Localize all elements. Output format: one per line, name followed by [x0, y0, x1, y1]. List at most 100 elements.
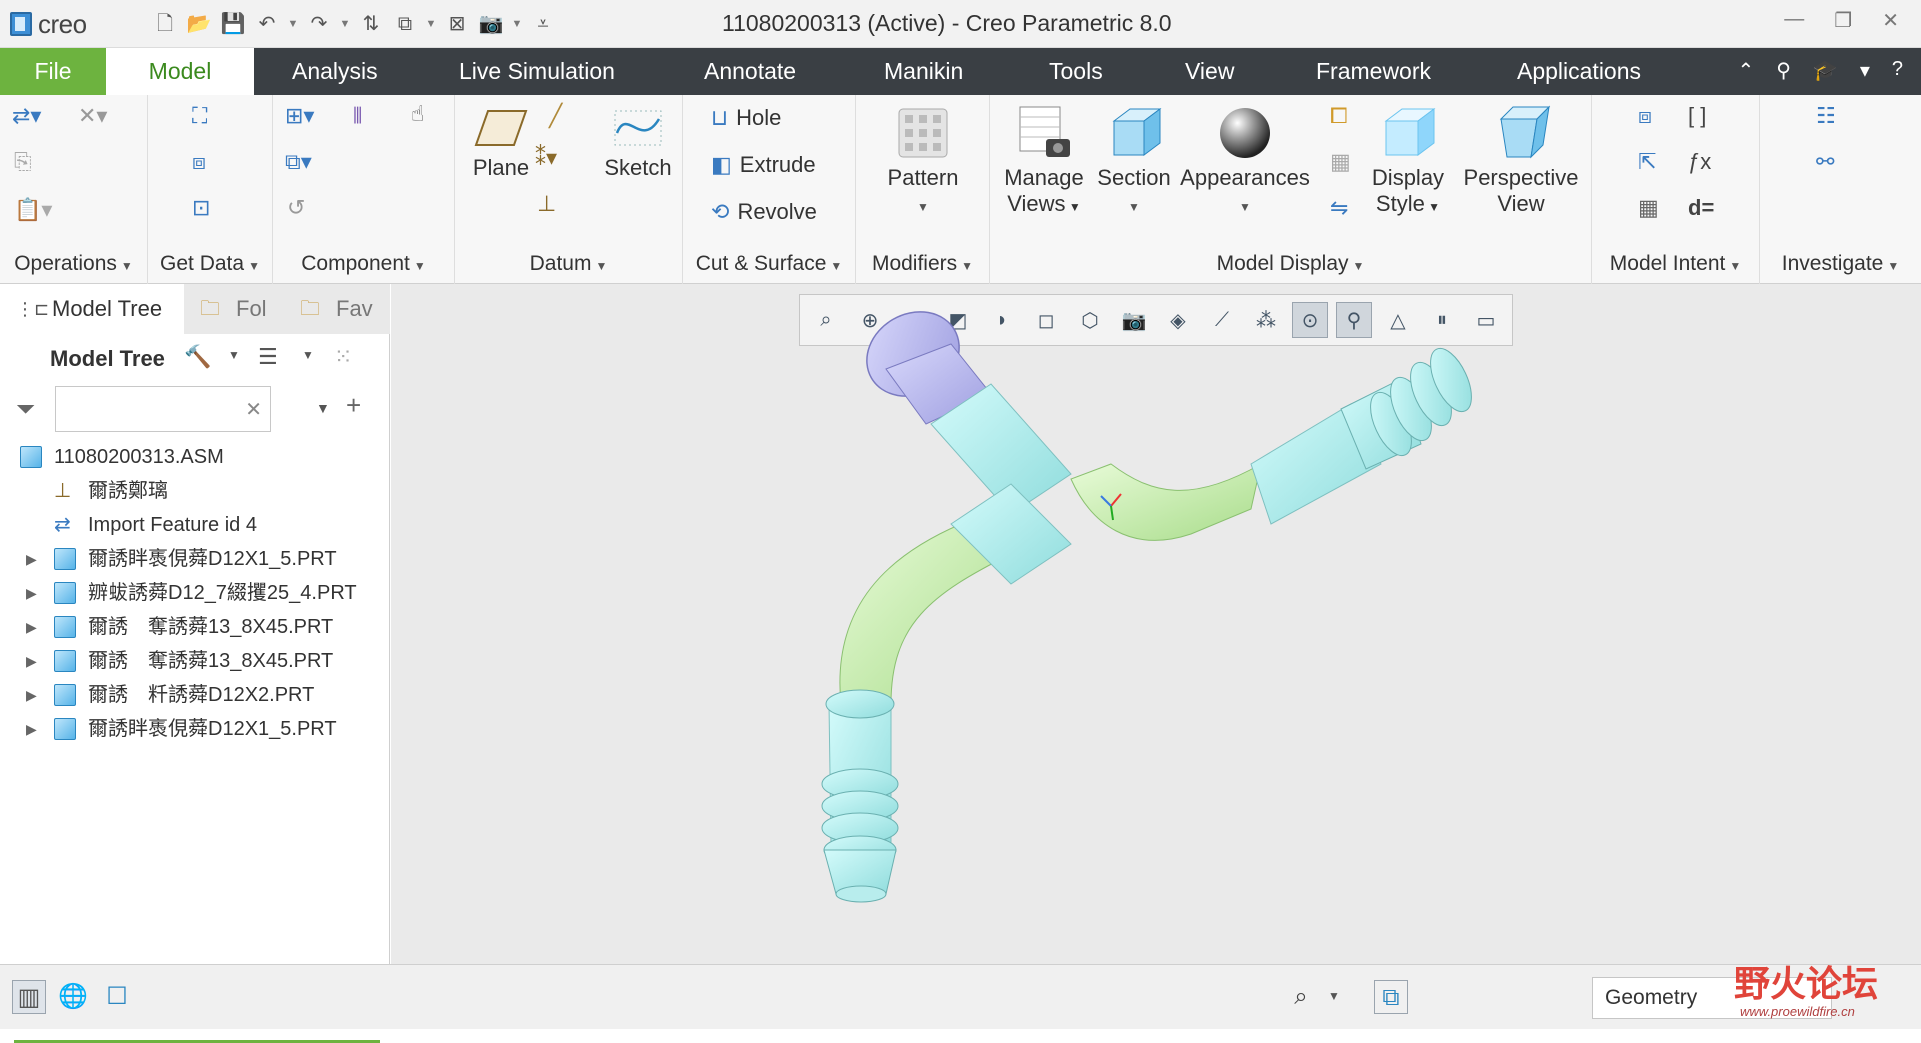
modifiers-group-label[interactable]: Modifiers ▼: [856, 252, 989, 276]
repeat-icon[interactable]: ↺: [287, 195, 305, 221]
show-dropdown-icon[interactable]: ▼: [302, 348, 314, 362]
tab-applications[interactable]: Applications: [1517, 48, 1641, 95]
expand-icon[interactable]: ▶: [26, 576, 37, 610]
cut-surface-group-label[interactable]: Cut & Surface ▼: [683, 252, 855, 276]
tab-file[interactable]: File: [0, 48, 106, 95]
coordinate-system-icon[interactable]: ⊥: [537, 191, 556, 217]
assemble-icon[interactable]: ⊞▾: [285, 103, 314, 129]
extrude-button[interactable]: ◧ Extrude: [711, 152, 816, 178]
browser-toggle-icon[interactable]: 🌐: [56, 980, 90, 1014]
undo-dropdown-icon[interactable]: ▼: [286, 9, 300, 39]
regenerate-icon[interactable]: ⇅: [356, 9, 386, 39]
copy-icon[interactable]: ⎘: [14, 149, 32, 175]
settings-hammer-icon[interactable]: 🔨: [184, 344, 211, 370]
tab-folder-browser[interactable]: 🗀 Fol: [184, 284, 284, 334]
tree-item[interactable]: ▶ 爾誘眫褭俔蕣D12X1_5.PRT: [0, 542, 390, 576]
close-icon[interactable]: ✕: [1882, 8, 1899, 33]
revolve-button[interactable]: ⟲ Revolve: [711, 199, 817, 225]
shrinkwrap-icon[interactable]: ⊡: [192, 195, 210, 221]
settings-dropdown-icon[interactable]: ▼: [228, 348, 240, 362]
user-defined-feature-icon[interactable]: ⛶: [192, 103, 207, 129]
navigator-toggle-icon[interactable]: ▥: [12, 980, 46, 1014]
copy-geometry-icon[interactable]: ⧈: [192, 149, 206, 175]
tab-model[interactable]: Model: [106, 48, 254, 95]
tree-item[interactable]: ▶ 辧蛂誘蕣D12_7綴攫25_4.PRT: [0, 576, 390, 610]
investigate-group-label[interactable]: Investigate ▼: [1760, 252, 1921, 276]
component-group-label[interactable]: Component ▼: [273, 252, 454, 276]
screenshot-icon[interactable]: 📷: [476, 9, 506, 39]
reference-viewer-icon[interactable]: ⚯: [1816, 149, 1834, 175]
operations-group-label[interactable]: Operations ▼: [0, 252, 147, 276]
expand-icon[interactable]: ▶: [26, 644, 37, 678]
axis-icon[interactable]: ╱: [549, 103, 562, 129]
minimize-icon[interactable]: —: [1784, 8, 1804, 33]
find-icon[interactable]: ⌕: [1284, 980, 1318, 1014]
tab-tools[interactable]: Tools: [1049, 48, 1103, 95]
perspective-view-button[interactable]: Perspective View: [1456, 105, 1586, 217]
find-dropdown-icon[interactable]: ▼: [1328, 989, 1340, 1003]
regenerate-icon[interactable]: ⇄▾: [12, 103, 41, 129]
chevron-down-icon[interactable]: ▾: [1860, 58, 1870, 83]
windows-dropdown-icon[interactable]: ▼: [424, 9, 438, 39]
create-component-icon[interactable]: ⧉▾: [285, 149, 312, 175]
pattern-button[interactable]: Pattern ▼: [870, 107, 976, 220]
family-table-icon[interactable]: ⧈: [1638, 103, 1652, 129]
tree-item[interactable]: 11080200313.ASM: [0, 440, 390, 474]
tree-item[interactable]: ▶ 爾誘眫褭俔蕣D12X1_5.PRT: [0, 712, 390, 746]
expand-icon[interactable]: ▶: [26, 678, 37, 712]
full-screen-icon[interactable]: ☐: [100, 980, 134, 1014]
tree-filters-icon[interactable]: ⁙: [334, 344, 352, 370]
show-list-icon[interactable]: ☰: [258, 344, 278, 370]
graphics-window[interactable]: ⌕ ⊕ ⊖ ◩ ◗ ◻ ⬡ 📷 ◈ ⟋ ⁂ ⊙ ⚲ △ ⏸ ▭: [391, 284, 1921, 964]
point-icon[interactable]: ⁑▾: [535, 145, 557, 171]
tree-item[interactable]: ⊥ 爾誘鄭璃: [0, 474, 390, 508]
search-dropdown-icon[interactable]: ▼: [316, 400, 330, 416]
publish-geometry-icon[interactable]: ⇱: [1638, 149, 1656, 175]
clear-search-icon[interactable]: ✕: [245, 397, 262, 422]
tab-favorites[interactable]: 🗀 Fav: [284, 284, 390, 334]
relations-icon[interactable]: ƒx: [1688, 149, 1711, 175]
search-input[interactable]: ✕: [55, 386, 271, 432]
model-player-icon[interactable]: ☷: [1816, 103, 1836, 129]
tree-item[interactable]: ▶ 爾誘 奪誘蕣13_8X45.PRT: [0, 644, 390, 678]
tab-live-simulation[interactable]: Live Simulation: [459, 48, 615, 95]
tab-view[interactable]: View: [1185, 48, 1234, 95]
display-style-button[interactable]: Display Style ▼: [1366, 105, 1450, 220]
tree-item[interactable]: ▶ 爾誘 奪誘蕣13_8X45.PRT: [0, 610, 390, 644]
parameters-icon[interactable]: [ ]: [1688, 103, 1706, 129]
show-annotations-icon[interactable]: ⧠: [1330, 103, 1348, 129]
datum-display-icon[interactable]: ⇋: [1330, 195, 1348, 221]
tab-framework[interactable]: Framework: [1316, 48, 1431, 95]
filter-icon[interactable]: ⏷: [16, 396, 35, 424]
table-icon[interactable]: ▦: [1638, 195, 1659, 221]
redo-icon[interactable]: ↷: [304, 9, 334, 39]
tab-model-tree[interactable]: ⋮⊏ Model Tree: [0, 284, 184, 334]
switch-dimensions-icon[interactable]: d=: [1688, 195, 1714, 221]
undo-icon[interactable]: ↶: [252, 9, 282, 39]
hide-icon[interactable]: ▦: [1330, 149, 1351, 175]
drag-components-icon[interactable]: ☝: [411, 101, 424, 127]
tree-item[interactable]: ▶ 爾誘 粁誘蕣D12X2.PRT: [0, 678, 390, 712]
mirror-component-icon[interactable]: ⫴: [353, 103, 362, 129]
tree-item[interactable]: ⇄ Import Feature id 4: [0, 508, 390, 542]
pipe-fitting-model[interactable]: [821, 295, 1480, 903]
restore-icon[interactable]: ❐: [1834, 8, 1852, 33]
customize-qat-icon[interactable]: ⩡: [528, 9, 558, 39]
learning-icon[interactable]: 🎓: [1813, 58, 1838, 83]
expand-icon[interactable]: ▶: [26, 712, 37, 746]
model-intent-group-label[interactable]: Model Intent ▼: [1592, 252, 1759, 276]
new-file-icon[interactable]: 🗋: [150, 9, 180, 39]
tab-manikin[interactable]: Manikin: [884, 48, 963, 95]
close-window-icon[interactable]: ⊠: [442, 9, 472, 39]
open-file-icon[interactable]: 📂: [184, 9, 214, 39]
collapse-ribbon-icon[interactable]: ⌃: [1738, 58, 1755, 83]
appearances-button[interactable]: Appearances ▼: [1178, 105, 1312, 220]
paste-icon[interactable]: 📋▾: [14, 197, 52, 223]
tab-annotate[interactable]: Annotate: [704, 48, 796, 95]
add-icon[interactable]: +: [346, 390, 361, 421]
delete-icon[interactable]: ✕▾: [78, 103, 107, 129]
screenshot-dropdown-icon[interactable]: ▼: [510, 9, 524, 39]
redo-dropdown-icon[interactable]: ▼: [338, 9, 352, 39]
windows-icon[interactable]: ⧉: [390, 9, 420, 39]
section-button[interactable]: Section ▼: [1094, 105, 1174, 220]
